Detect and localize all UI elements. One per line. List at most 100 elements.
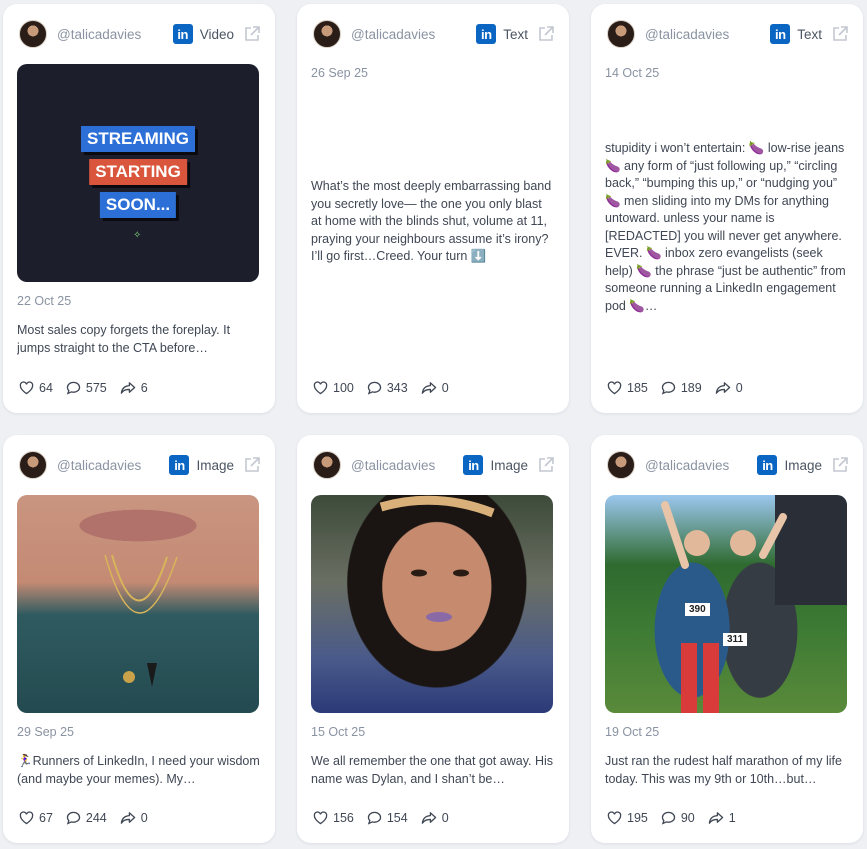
comment-icon [661, 811, 676, 825]
likes-count: 195 [627, 811, 648, 825]
shares-count: 0 [735, 381, 743, 395]
shares-stat: 6 [120, 381, 148, 395]
race-bib: 390 [685, 603, 710, 616]
comment-icon [66, 381, 81, 395]
shares-count: 0 [140, 811, 148, 825]
comments-stat: 189 [661, 381, 702, 395]
share-icon [421, 382, 436, 394]
post-image[interactable] [17, 495, 259, 713]
author-handle[interactable]: @talicadavies [645, 27, 770, 42]
shares-stat: 0 [120, 811, 148, 825]
comments-count: 90 [680, 811, 695, 825]
shares-count: 6 [140, 381, 148, 395]
avatar[interactable] [313, 451, 341, 479]
post-date: 29 Sep 25 [17, 725, 74, 739]
post-snippet: stupidity i won’t entertain: 🍆 low-rise … [605, 141, 846, 313]
author-handle[interactable]: @talicadavies [57, 27, 173, 42]
likes-count: 67 [39, 811, 53, 825]
heart-icon [313, 811, 328, 825]
post-date: 19 Oct 25 [605, 725, 660, 739]
share-icon [421, 812, 436, 824]
avatar[interactable] [19, 451, 47, 479]
external-link-icon[interactable] [831, 25, 849, 43]
post-date: 22 Oct 25 [17, 294, 72, 308]
comments-count: 343 [386, 381, 408, 395]
shares-count: 1 [728, 811, 736, 825]
post-card-5[interactable]: @talicadavies in Image 15 Oct 25 We all … [297, 435, 569, 843]
card-header: @talicadavies in Text [311, 4, 555, 64]
thumbnail-text-line: SOON... [99, 192, 177, 218]
shares-stat: 1 [708, 811, 736, 825]
linkedin-icon: in [476, 24, 497, 44]
post-date: 15 Oct 25 [311, 725, 366, 739]
comments-count: 189 [680, 381, 702, 395]
engagement-stats: 64 575 6 [19, 381, 161, 395]
race-bib: 311 [723, 633, 748, 646]
linkedin-icon: in [463, 455, 484, 475]
share-icon [120, 382, 136, 394]
post-image[interactable]: 390 311 [605, 495, 847, 713]
post-type-label: Image [784, 457, 822, 473]
comments-stat: 244 [66, 811, 107, 825]
external-link-icon[interactable] [243, 25, 261, 43]
share-icon [715, 382, 730, 394]
shares-stat: 0 [421, 381, 449, 395]
external-link-icon[interactable] [537, 25, 555, 43]
likes-count: 156 [333, 811, 354, 825]
post-card-1[interactable]: @talicadavies in Video STREAMING STARTIN… [3, 4, 275, 413]
thumbnail-text-line: STREAMING [81, 126, 195, 152]
engagement-stats: 195 90 1 [607, 811, 749, 825]
comments-stat: 343 [367, 381, 408, 395]
card-header: @talicadavies in Text [605, 4, 849, 64]
heart-icon [607, 381, 622, 395]
author-handle[interactable]: @talicadavies [351, 458, 463, 473]
linkedin-icon: in [169, 455, 190, 475]
post-card-6[interactable]: @talicadavies in Image 390 311 19 Oct 25… [591, 435, 863, 843]
post-snippet: Just ran the rudest half marathon of my … [605, 754, 842, 786]
external-link-icon[interactable] [537, 456, 555, 474]
post-snippet: What’s the most deeply embarrassing band… [311, 179, 552, 263]
author-handle[interactable]: @talicadavies [57, 458, 169, 473]
comments-stat: 575 [66, 381, 107, 395]
thumbnail-text-line: STARTING [89, 159, 187, 185]
linkedin-icon: in [757, 455, 778, 475]
post-type-label: Image [490, 457, 528, 473]
likes-stat: 185 [607, 381, 648, 395]
comment-icon [66, 811, 81, 825]
engagement-stats: 100 343 0 [313, 381, 462, 395]
likes-count: 64 [39, 381, 53, 395]
external-link-icon[interactable] [243, 456, 261, 474]
avatar[interactable] [313, 20, 341, 48]
post-card-3[interactable]: @talicadavies in Text 14 Oct 25 stupidit… [591, 4, 863, 413]
likes-stat: 195 [607, 811, 648, 825]
sparkle-icon: ✧ [133, 230, 142, 241]
post-type-label: Text [503, 26, 528, 42]
post-type-label: Image [196, 457, 234, 473]
likes-stat: 156 [313, 811, 354, 825]
post-type-label: Text [797, 26, 822, 42]
comment-icon [661, 381, 676, 395]
post-date: 26 Sep 25 [311, 66, 368, 80]
heart-icon [313, 381, 328, 395]
engagement-stats: 67 244 0 [19, 811, 161, 825]
shares-count: 0 [441, 811, 449, 825]
post-date: 14 Oct 25 [605, 66, 660, 80]
share-icon [120, 812, 136, 824]
video-thumbnail[interactable]: STREAMING STARTING SOON... ✧ [17, 64, 259, 282]
post-image[interactable] [311, 495, 553, 713]
shares-stat: 0 [715, 381, 743, 395]
avatar[interactable] [607, 451, 635, 479]
author-handle[interactable]: @talicadavies [351, 27, 476, 42]
heart-icon [19, 811, 34, 825]
external-link-icon[interactable] [831, 456, 849, 474]
post-card-2[interactable]: @talicadavies in Text 26 Sep 25 What’s t… [297, 4, 569, 413]
post-snippet: 🏃‍♀️Runners of LinkedIn, I need your wis… [17, 754, 260, 786]
heart-icon [607, 811, 622, 825]
comments-stat: 154 [367, 811, 408, 825]
post-snippet: Most sales copy forgets the foreplay. It… [17, 323, 231, 355]
heart-icon [19, 381, 34, 395]
author-handle[interactable]: @talicadavies [645, 458, 757, 473]
post-card-4[interactable]: @talicadavies in Image 29 Sep 25 🏃‍♀️Run… [3, 435, 275, 843]
avatar[interactable] [607, 20, 635, 48]
avatar[interactable] [19, 20, 47, 48]
